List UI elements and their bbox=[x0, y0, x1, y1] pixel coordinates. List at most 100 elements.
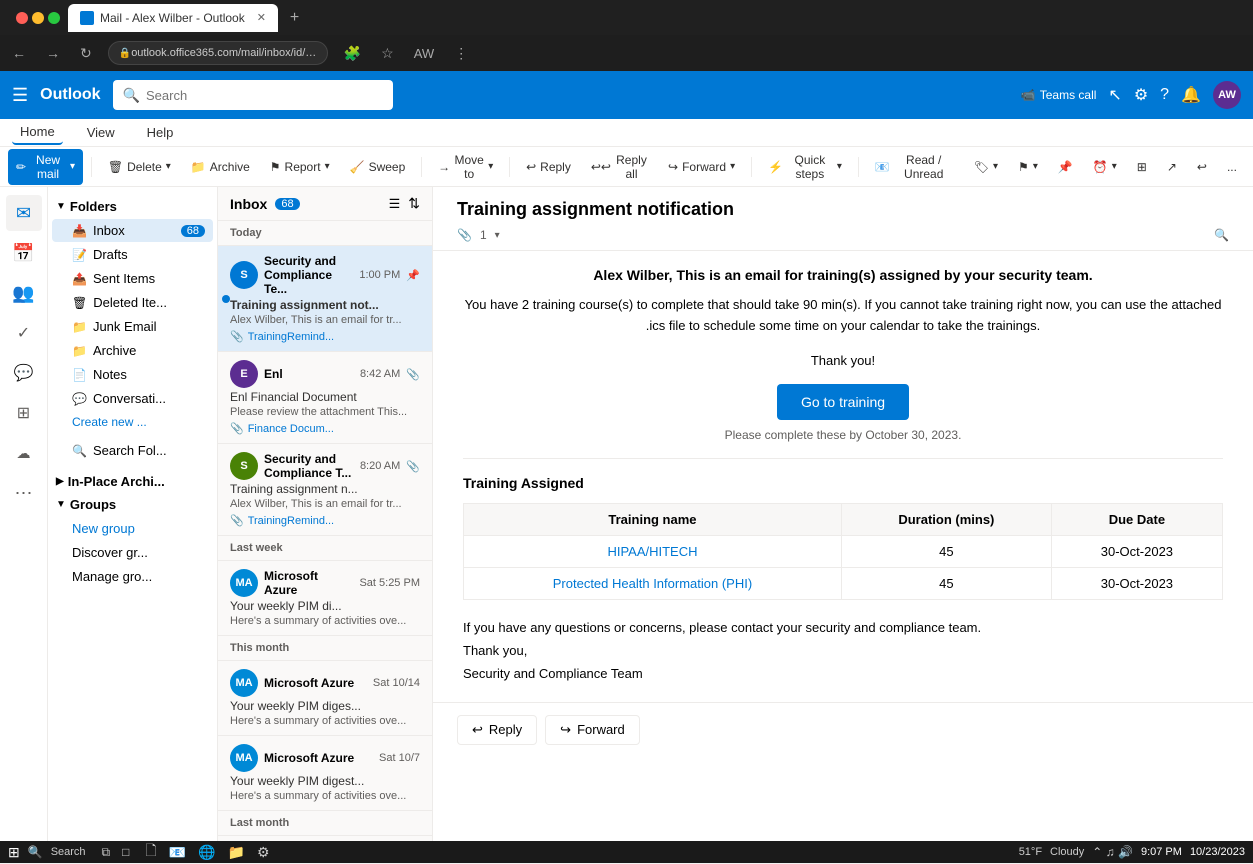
reply-button-toolbar[interactable]: ↩ Reply bbox=[518, 156, 579, 178]
sidebar-icon-people[interactable]: 👥 bbox=[6, 275, 42, 311]
delete-button[interactable]: 🗑 Delete ▾ bbox=[100, 156, 179, 178]
zoom-button[interactable]: ⊞ bbox=[1129, 156, 1155, 178]
feedback-icon[interactable]: ↖ bbox=[1108, 85, 1121, 105]
back-icon[interactable]: ← bbox=[8, 41, 30, 65]
reload-icon[interactable]: ↻ bbox=[76, 41, 96, 66]
folder-item-inbox[interactable]: 📥 Inbox 68 bbox=[52, 219, 213, 242]
taskbar-app-1[interactable]: 🗋 bbox=[145, 840, 156, 864]
sidebar-icon-onedrive[interactable]: ☁ bbox=[6, 435, 42, 471]
folder-item-discover-groups[interactable]: Discover gr... bbox=[52, 541, 213, 564]
browser-tab[interactable]: Mail - Alex Wilber - Outlook ✕ bbox=[68, 4, 278, 32]
folder-item-manage-groups[interactable]: Manage gro... bbox=[52, 565, 213, 588]
reply-button-bottom[interactable]: ↩ Reply bbox=[457, 715, 537, 745]
new-mail-button[interactable]: ✏ New mail ▾ bbox=[8, 149, 83, 185]
filter-icon[interactable]: ☰ bbox=[389, 196, 401, 212]
folder-item-sent[interactable]: 📤 Sent Items bbox=[52, 267, 213, 290]
groups-section-header[interactable]: ▼ Groups bbox=[48, 493, 217, 516]
undo-button[interactable]: ↩ bbox=[1189, 156, 1215, 178]
new-tab-icon[interactable]: + bbox=[290, 9, 299, 27]
email-item-5[interactable]: MA Microsoft Azure Sat 10/14 Your weekly… bbox=[218, 661, 432, 736]
task-view-icon[interactable]: ⧉ bbox=[102, 845, 111, 860]
pin-button[interactable]: 📌 bbox=[1050, 156, 1081, 178]
global-search-box[interactable]: 🔍 bbox=[113, 80, 393, 110]
email-5-time: Sat 10/14 bbox=[373, 677, 420, 689]
bookmark-icon[interactable]: ☆ bbox=[377, 41, 398, 66]
email-1-sender: Security and Compliance Te... bbox=[264, 254, 353, 296]
widgets-icon[interactable]: □ bbox=[122, 845, 129, 859]
reading-more-icon[interactable]: 🔍 bbox=[1214, 228, 1229, 242]
forward-button-bottom[interactable]: ↪ Forward bbox=[545, 715, 640, 745]
folder-item-notes[interactable]: 📄 Notes bbox=[52, 363, 213, 386]
taskbar-app-5[interactable]: ⚙ bbox=[257, 844, 270, 861]
sidebar-icon-more[interactable]: ⋯ bbox=[6, 475, 42, 511]
training-name-2[interactable]: Protected Health Information (PHI) bbox=[464, 567, 842, 599]
folder-item-search[interactable]: 🔍 Search Fol... bbox=[52, 439, 213, 462]
sidebar-icon-todo[interactable]: ✓ bbox=[6, 315, 42, 351]
address-bar[interactable]: 🔒 outlook.office365.com/mail/inbox/id/AA… bbox=[108, 41, 328, 65]
folder-item-deleted[interactable]: 🗑 Deleted Ite... bbox=[52, 291, 213, 314]
email-item-4[interactable]: MA Microsoft Azure Sat 5:25 PM Your week… bbox=[218, 561, 432, 636]
forward-button-toolbar[interactable]: ↪ Forward ▾ bbox=[660, 156, 743, 178]
tag-button[interactable]: 🏷 ▾ bbox=[966, 156, 1006, 178]
hamburger-menu-icon[interactable]: ☰ bbox=[12, 85, 28, 106]
taskbar-search-text[interactable]: Search bbox=[51, 846, 86, 858]
sidebar-icon-teams[interactable]: 💬 bbox=[6, 355, 42, 391]
maximize-btn[interactable] bbox=[48, 12, 60, 24]
quick-steps-button[interactable]: ⚡ Quick steps ▾ bbox=[760, 149, 850, 185]
sidebar-icon-apps[interactable]: ⊞ bbox=[6, 395, 42, 431]
email-item-1[interactable]: S Security and Compliance Te... 1:00 PM … bbox=[218, 246, 432, 352]
menu-home[interactable]: Home bbox=[12, 120, 63, 145]
folders-section-header[interactable]: ▼ Folders bbox=[48, 195, 217, 218]
email-item-2[interactable]: E Enl 8:42 AM 📎 Enl Financial Document P… bbox=[218, 352, 432, 444]
more-options-button[interactable]: ... bbox=[1219, 156, 1245, 178]
taskbar-search-icon[interactable]: 🔍 bbox=[28, 845, 43, 859]
archive-button[interactable]: 📁 Archive bbox=[183, 156, 258, 178]
attachment-dropdown-icon[interactable]: ▾ bbox=[495, 230, 500, 241]
folder-item-drafts[interactable]: 📝 Drafts bbox=[52, 243, 213, 266]
flag-button[interactable]: ⚑ ▾ bbox=[1010, 156, 1046, 178]
close-btn[interactable] bbox=[16, 12, 28, 24]
sidebar-icon-mail[interactable]: ✉ bbox=[6, 195, 42, 231]
move-to-button[interactable]: → Move to ▾ bbox=[430, 149, 501, 185]
taskbar-app-4[interactable]: 📁 bbox=[228, 844, 245, 861]
menu-help[interactable]: Help bbox=[139, 121, 182, 144]
in-place-archive-header[interactable]: ▶ In-Place Archi... bbox=[48, 470, 217, 493]
snooze-button[interactable]: ⏰ ▾ bbox=[1085, 156, 1125, 178]
email-item-3[interactable]: S Security and Compliance T... 8:20 AM 📎… bbox=[218, 444, 432, 536]
help-icon[interactable]: ? bbox=[1160, 86, 1169, 104]
taskbar-app-2[interactable]: 📧 bbox=[169, 844, 186, 861]
search-input[interactable] bbox=[146, 88, 383, 103]
reply-all-button[interactable]: ↩↩ Reply all bbox=[583, 149, 656, 185]
menu-view[interactable]: View bbox=[79, 121, 123, 144]
email-item-6[interactable]: MA Microsoft Azure Sat 10/7 Your weekly … bbox=[218, 736, 432, 811]
email-6-sender: Microsoft Azure bbox=[264, 751, 373, 765]
minimize-btn[interactable] bbox=[32, 12, 44, 24]
tab-close-icon[interactable]: ✕ bbox=[257, 11, 266, 24]
settings-icon[interactable]: ⚙ bbox=[1134, 85, 1148, 105]
browser-menu-icon[interactable]: ⋮ bbox=[450, 41, 472, 66]
read-unread-button[interactable]: 📧 Read / Unread bbox=[867, 149, 962, 185]
sort-icon[interactable]: ⇅ bbox=[408, 195, 420, 212]
windows-icon[interactable]: ⊞ bbox=[8, 844, 20, 861]
folder-item-conversations[interactable]: 💬 Conversati... bbox=[52, 387, 213, 410]
notifications-icon[interactable]: 🔔 bbox=[1181, 85, 1201, 105]
training-name-1[interactable]: HIPAA/HITECH bbox=[464, 535, 842, 567]
go-to-training-button[interactable]: Go to training bbox=[777, 384, 909, 420]
extensions-icon[interactable]: 🧩 bbox=[340, 41, 365, 66]
moveto-icon: → bbox=[438, 160, 450, 174]
folder-item-create-new[interactable]: Create new ... bbox=[52, 411, 213, 433]
folder-item-new-group[interactable]: New group bbox=[52, 517, 213, 540]
report-button[interactable]: ⚑ Report ▾ bbox=[262, 156, 338, 178]
folder-item-junk[interactable]: 📁 Junk Email bbox=[52, 315, 213, 338]
folder-item-archive[interactable]: 📁 Archive bbox=[52, 339, 213, 362]
profile-icon[interactable]: AW bbox=[410, 42, 438, 65]
email-item-7[interactable]: MA Microsoft Azure Sat 9/30 Your weekly … bbox=[218, 836, 432, 841]
sweep-button[interactable]: 🧹 Sweep bbox=[342, 156, 414, 178]
pop-out-button[interactable]: ↗ bbox=[1159, 156, 1185, 178]
avatar[interactable]: AW bbox=[1213, 81, 1241, 109]
taskbar-app-3[interactable]: 🌐 bbox=[198, 844, 215, 861]
sidebar-icon-calendar[interactable]: 📅 bbox=[6, 235, 42, 271]
forward-nav-icon[interactable]: → bbox=[42, 41, 64, 65]
new-mail-dropdown-icon[interactable]: ▾ bbox=[70, 161, 75, 172]
teams-call-button[interactable]: 📹 Teams call bbox=[1021, 88, 1097, 102]
